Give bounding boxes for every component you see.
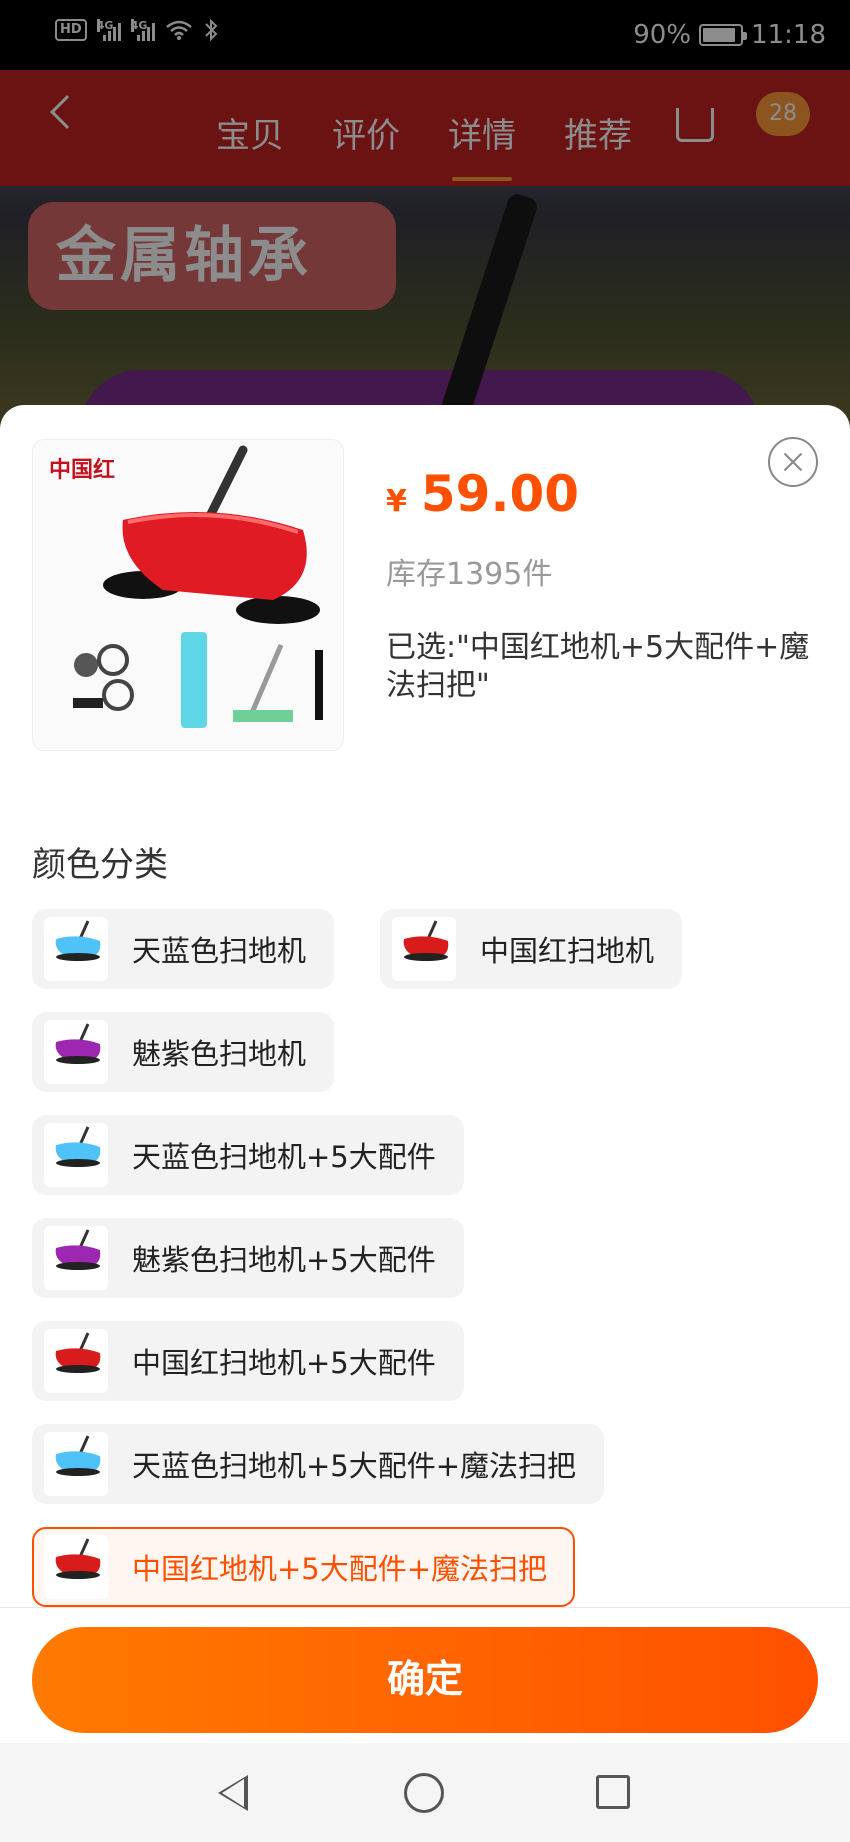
sweeper-thumb-icon [55, 920, 101, 961]
option-china-red[interactable]: 中国红扫地机 [380, 909, 683, 989]
option-china-red-accessories[interactable]: 中国红扫地机+5大配件 [32, 1321, 464, 1401]
stock-count: 库存1395件 [386, 557, 553, 592]
price-value: 59.00 [420, 465, 580, 523]
section-title: 颜色分类 [32, 845, 168, 885]
option-thumbnail [44, 1535, 108, 1599]
option-purple-accessories[interactable]: 魅紫色扫地机+5大配件 [32, 1218, 464, 1298]
option-label: 天蓝色扫地机+5大配件+魔法扫把 [132, 1449, 577, 1483]
modal-overlay[interactable] [0, 0, 850, 430]
option-thumbnail [44, 1329, 108, 1393]
footer-divider [0, 1607, 850, 1608]
option-label: 天蓝色扫地机 [132, 934, 307, 968]
option-label: 中国红地机+5大配件+魔法扫把 [132, 1552, 548, 1586]
sweeper-thumb-icon [55, 1023, 101, 1064]
sweeper-thumb-icon [55, 1126, 101, 1167]
nav-recents-icon[interactable] [596, 1775, 630, 1809]
product-thumbnail[interactable]: 中国红 [32, 439, 344, 751]
close-button[interactable] [768, 437, 818, 487]
option-label: 魅紫色扫地机 [132, 1037, 307, 1071]
option-label: 魅紫色扫地机+5大配件 [132, 1243, 436, 1277]
sweeper-thumb-icon [403, 920, 449, 961]
currency-symbol: ¥ [386, 484, 407, 519]
sweeper-image [73, 445, 323, 728]
option-purple[interactable]: 魅紫色扫地机 [32, 1012, 335, 1092]
option-thumbnail [392, 917, 456, 981]
option-sky-blue[interactable]: 天蓝色扫地机 [32, 909, 335, 989]
option-sky-blue-accessories-mop[interactable]: 天蓝色扫地机+5大配件+魔法扫把 [32, 1424, 605, 1504]
sweeper-thumb-icon [55, 1332, 101, 1373]
option-sky-blue-accessories[interactable]: 天蓝色扫地机+5大配件 [32, 1115, 464, 1195]
option-china-red-accessories-mop[interactable]: 中国红地机+5大配件+魔法扫把 [32, 1527, 576, 1607]
option-thumbnail [44, 1226, 108, 1290]
nav-back-icon-inner [222, 1779, 244, 1807]
nav-home-icon[interactable] [404, 1773, 444, 1813]
option-label: 天蓝色扫地机+5大配件 [132, 1140, 436, 1174]
system-nav-bar [0, 1743, 850, 1842]
option-thumbnail [44, 1020, 108, 1084]
option-thumbnail [44, 917, 108, 981]
sweeper-thumb-icon [55, 1538, 101, 1579]
sweeper-thumb-icon [55, 1229, 101, 1270]
sku-selector-sheet: 中国红 ¥ 59.00 库存1395件 已选:"中国红地机+5大配件+魔法扫把"… [0, 405, 850, 1842]
option-label: 中国红扫地机+5大配件 [132, 1346, 436, 1380]
option-thumbnail [44, 1432, 108, 1496]
confirm-button[interactable]: 确定 [32, 1627, 818, 1733]
price: ¥ 59.00 [386, 465, 579, 523]
selected-variant: 已选:"中国红地机+5大配件+魔法扫把" [386, 630, 810, 703]
option-thumbnail [44, 1123, 108, 1187]
option-label: 中国红扫地机 [480, 934, 655, 968]
sweeper-thumb-icon [55, 1435, 101, 1476]
